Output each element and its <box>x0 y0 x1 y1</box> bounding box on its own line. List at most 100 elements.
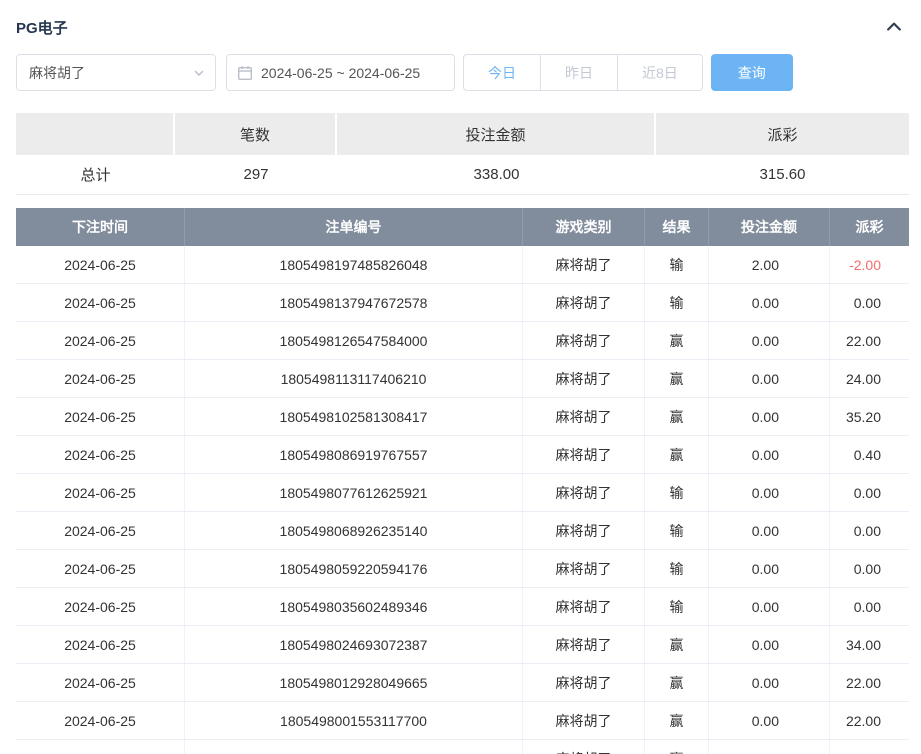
cell-game-type: 麻将胡了 <box>523 398 645 435</box>
cell-bet-time: 2024-06-25 <box>16 550 185 587</box>
date-range-picker[interactable]: 2024-06-25 ~ 2024-06-25 <box>226 54 455 91</box>
summary-header-payout: 派彩 <box>656 113 909 155</box>
search-button[interactable]: 查询 <box>711 54 793 91</box>
table-row: 2024-06-25 1805498077612625921 麻将胡了 输 0.… <box>16 474 909 512</box>
collapse-button[interactable] <box>882 15 906 39</box>
cell-bet-id: 1805498126547584000 <box>185 322 523 359</box>
col-header-bet-id: 注单编号 <box>185 208 523 246</box>
table-row: 2024-06-25 1805498001553117700 麻将胡了 赢 0.… <box>16 702 909 740</box>
cell-bet-time: 2024-06-25 <box>16 702 185 739</box>
summary-bet-amount-value: 338.00 <box>337 155 656 195</box>
table-row: 2024-06-25 1805498113117406210 麻将胡了 赢 0.… <box>16 360 909 398</box>
cell-game-type: 麻将胡了 <box>523 284 645 321</box>
cell-payout: 22.00 <box>830 322 909 359</box>
table-body: 2024-06-25 1805498197485826048 麻将胡了 输 2.… <box>16 246 909 754</box>
col-header-bet-amount: 投注金额 <box>709 208 830 246</box>
cell-result: 赢 <box>645 360 709 397</box>
table-row: 2024-06-25 1805498197485826048 麻将胡了 输 2.… <box>16 246 909 284</box>
cell-game-type: 麻将胡了 <box>523 246 645 283</box>
cell-bet-time: 2024-06-25 <box>16 474 185 511</box>
cell-bet-time: 2024-06-25 <box>16 246 185 283</box>
cell-result: 赢 <box>645 322 709 359</box>
cell-result: 赢 <box>645 626 709 663</box>
chevron-up-icon <box>884 17 904 37</box>
cell-result: 赢 <box>645 436 709 473</box>
cell-payout: 24.00 <box>830 360 909 397</box>
cell-bet-amount: 0.00 <box>709 740 830 754</box>
cell-result: 输 <box>645 246 709 283</box>
cell-payout: 0.00 <box>830 284 909 321</box>
date-range-value: 2024-06-25 ~ 2024-06-25 <box>261 65 420 81</box>
cell-bet-id: 1805497987345317889 <box>185 740 523 754</box>
cell-bet-time: 2024-06-25 <box>16 512 185 549</box>
cell-bet-id: 1805498113117406210 <box>185 360 523 397</box>
cell-bet-time: 2024-06-25 <box>16 360 185 397</box>
cell-bet-id: 1805498012928049665 <box>185 664 523 701</box>
cell-bet-time: 2024-06-25 <box>16 322 185 359</box>
cell-payout: 0.40 <box>830 436 909 473</box>
quick-button-last8days[interactable]: 近8日 <box>617 54 703 91</box>
cell-bet-amount: 0.00 <box>709 436 830 473</box>
table-header-row: 下注时间 注单编号 游戏类别 结果 投注金额 派彩 <box>16 208 909 246</box>
game-select-value: 麻将胡了 <box>29 63 85 83</box>
cell-game-type: 麻将胡了 <box>523 626 645 663</box>
table-row: 2024-06-25 1805497987345317889 麻将胡了 赢 0.… <box>16 740 909 754</box>
cell-game-type: 麻将胡了 <box>523 436 645 473</box>
cell-game-type: 麻将胡了 <box>523 512 645 549</box>
cell-payout: -2.00 <box>830 246 909 283</box>
cell-bet-amount: 0.00 <box>709 360 830 397</box>
cell-bet-amount: 0.00 <box>709 550 830 587</box>
cell-payout: 0.00 <box>830 588 909 625</box>
cell-bet-id: 1805498086919767557 <box>185 436 523 473</box>
quick-range-group: 今日 昨日 近8日 <box>463 54 703 91</box>
game-select[interactable]: 麻将胡了 <box>16 54 216 91</box>
cell-bet-time: 2024-06-25 <box>16 626 185 663</box>
cell-game-type: 麻将胡了 <box>523 740 645 754</box>
cell-result: 输 <box>645 284 709 321</box>
cell-bet-time: 2024-06-25 <box>16 284 185 321</box>
cell-bet-amount: 0.00 <box>709 398 830 435</box>
cell-bet-amount: 0.00 <box>709 474 830 511</box>
cell-bet-id: 1805498059220594176 <box>185 550 523 587</box>
quick-button-today[interactable]: 今日 <box>463 54 541 91</box>
cell-result: 赢 <box>645 702 709 739</box>
cell-bet-amount: 0.00 <box>709 512 830 549</box>
cell-result: 输 <box>645 512 709 549</box>
summary-header-blank <box>16 113 175 155</box>
cell-payout: 0.00 <box>830 474 909 511</box>
cell-game-type: 麻将胡了 <box>523 474 645 511</box>
quick-button-yesterday[interactable]: 昨日 <box>540 54 618 91</box>
cell-game-type: 麻将胡了 <box>523 664 645 701</box>
cell-bet-id: 1805498001553117700 <box>185 702 523 739</box>
cell-bet-amount: 0.00 <box>709 588 830 625</box>
cell-bet-amount: 0.00 <box>709 284 830 321</box>
cell-bet-id: 1805498102581308417 <box>185 398 523 435</box>
cell-result: 赢 <box>645 740 709 754</box>
table-row: 2024-06-25 1805498126547584000 麻将胡了 赢 0.… <box>16 322 909 360</box>
cell-result: 输 <box>645 588 709 625</box>
chevron-down-icon <box>193 67 205 79</box>
col-header-game-type: 游戏类别 <box>523 208 645 246</box>
table-row: 2024-06-25 1805498024693072387 麻将胡了 赢 0.… <box>16 626 909 664</box>
cell-bet-id: 1805498197485826048 <box>185 246 523 283</box>
table-row: 2024-06-25 1805498137947672578 麻将胡了 输 0.… <box>16 284 909 322</box>
summary-table: 笔数 投注金额 派彩 总计 297 338.00 315.60 <box>16 113 909 195</box>
cell-bet-amount: 0.00 <box>709 626 830 663</box>
cell-bet-id: 1805498077612625921 <box>185 474 523 511</box>
cell-payout: 22.00 <box>830 664 909 701</box>
cell-payout: 22.00 <box>830 740 909 754</box>
cell-result: 赢 <box>645 398 709 435</box>
table-row: 2024-06-25 1805498035602489346 麻将胡了 输 0.… <box>16 588 909 626</box>
cell-result: 输 <box>645 550 709 587</box>
table-row: 2024-06-25 1805498102581308417 麻将胡了 赢 0.… <box>16 398 909 436</box>
table-row: 2024-06-25 1805498012928049665 麻将胡了 赢 0.… <box>16 664 909 702</box>
cell-bet-time: 2024-06-25 <box>16 436 185 473</box>
cell-bet-amount: 2.00 <box>709 246 830 283</box>
cell-bet-time: 2024-06-25 <box>16 588 185 625</box>
summary-header-count: 笔数 <box>175 113 337 155</box>
table-row: 2024-06-25 1805498086919767557 麻将胡了 赢 0.… <box>16 436 909 474</box>
cell-bet-time: 2024-06-25 <box>16 398 185 435</box>
cell-game-type: 麻将胡了 <box>523 588 645 625</box>
cell-payout: 34.00 <box>830 626 909 663</box>
summary-count-value: 297 <box>175 155 337 195</box>
